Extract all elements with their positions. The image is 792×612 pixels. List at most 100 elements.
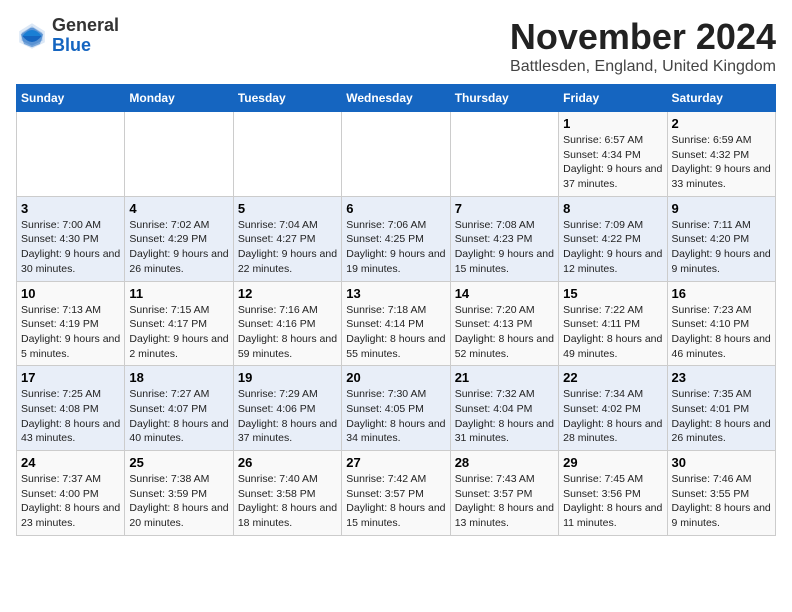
day-number: 28 [455, 455, 554, 470]
day-number: 23 [672, 370, 771, 385]
day-info: Sunrise: 7:00 AM Sunset: 4:30 PM Dayligh… [21, 218, 120, 277]
calendar-cell: 12Sunrise: 7:16 AM Sunset: 4:16 PM Dayli… [233, 281, 341, 366]
location: Battlesden, England, United Kingdom [510, 58, 776, 76]
calendar-week-row: 17 Sunrise: 7:25 AM Sunset: 4:08 PM Dayli… [17, 366, 776, 451]
calendar-cell: 16 Sunrise: 7:23 AM Sunset: 4:10 PM Dayli… [667, 281, 775, 366]
calendar-cell: 28Sunrise: 7:43 AM Sunset: 3:57 PM Dayli… [450, 451, 558, 536]
day-info: Sunrise: 7:45 AM Sunset: 3:56 PM Dayligh… [563, 472, 662, 531]
day-info: Sunrise: 6:59 AM Sunset: 4:32 PM Dayligh… [672, 133, 771, 192]
calendar-cell: 18 Sunrise: 7:27 AM Sunset: 4:07 PM Dayli… [125, 366, 233, 451]
header: General Blue November 2024 Battlesden, E… [16, 16, 776, 76]
calendar-cell: 2 Sunrise: 6:59 AM Sunset: 4:32 PM Daylig… [667, 112, 775, 197]
calendar-cell: 11 Sunrise: 7:15 AM Sunset: 4:17 PM Dayli… [125, 281, 233, 366]
day-number: 8 [563, 201, 662, 216]
day-info: Sunrise: 7:32 AM Sunset: 4:04 PM Dayligh… [455, 387, 554, 446]
calendar-cell: 26 Sunrise: 7:40 AM Sunset: 3:58 PM Dayli… [233, 451, 341, 536]
calendar-cell: 10 Sunrise: 7:13 AM Sunset: 4:19 PM Dayli… [17, 281, 125, 366]
day-info: Sunrise: 7:38 AM Sunset: 3:59 PM Dayligh… [129, 472, 228, 531]
day-info: Sunrise: 7:40 AM Sunset: 3:58 PM Dayligh… [238, 472, 337, 531]
calendar-cell: 25 Sunrise: 7:38 AM Sunset: 3:59 PM Dayli… [125, 451, 233, 536]
day-number: 16 [672, 286, 771, 301]
weekday-header: Saturday [667, 85, 775, 112]
day-number: 26 [238, 455, 337, 470]
day-info: Sunrise: 7:16 AM Sunset: 4:16 PM Dayligh… [238, 303, 337, 362]
day-number: 6 [346, 201, 445, 216]
logo-general: General [52, 16, 119, 36]
day-number: 25 [129, 455, 228, 470]
weekday-header: Tuesday [233, 85, 341, 112]
day-info: Sunrise: 7:35 AM Sunset: 4:01 PM Dayligh… [672, 387, 771, 446]
calendar-cell: 23 Sunrise: 7:35 AM Sunset: 4:01 PM Dayli… [667, 366, 775, 451]
calendar-cell [125, 112, 233, 197]
day-info: Sunrise: 7:29 AM Sunset: 4:06 PM Dayligh… [238, 387, 337, 446]
day-number: 9 [672, 201, 771, 216]
calendar-cell: 17 Sunrise: 7:25 AM Sunset: 4:08 PM Dayli… [17, 366, 125, 451]
calendar-cell: 6 Sunrise: 7:06 AM Sunset: 4:25 PM Daylig… [342, 196, 450, 281]
day-number: 1 [563, 116, 662, 131]
day-info: Sunrise: 7:22 AM Sunset: 4:11 PM Dayligh… [563, 303, 662, 362]
calendar-cell [342, 112, 450, 197]
day-number: 17 [21, 370, 120, 385]
day-info: Sunrise: 7:09 AM Sunset: 4:22 PM Dayligh… [563, 218, 662, 277]
calendar-cell: 30 Sunrise: 7:46 AM Sunset: 3:55 PM Dayli… [667, 451, 775, 536]
day-number: 10 [21, 286, 120, 301]
day-number: 18 [129, 370, 228, 385]
calendar-cell: 19 Sunrise: 7:29 AM Sunset: 4:06 PM Dayli… [233, 366, 341, 451]
day-number: 27 [346, 455, 445, 470]
day-number: 24 [21, 455, 120, 470]
logo: General Blue [16, 16, 119, 56]
weekday-header: Sunday [17, 85, 125, 112]
calendar-cell [450, 112, 558, 197]
calendar-cell: 15 Sunrise: 7:22 AM Sunset: 4:11 PM Dayli… [559, 281, 667, 366]
day-info: Sunrise: 7:27 AM Sunset: 4:07 PM Dayligh… [129, 387, 228, 446]
day-number: 15 [563, 286, 662, 301]
logo-text: General Blue [52, 16, 119, 56]
calendar-cell: 21 Sunrise: 7:32 AM Sunset: 4:04 PM Dayli… [450, 366, 558, 451]
calendar-week-row: 10 Sunrise: 7:13 AM Sunset: 4:19 PM Dayli… [17, 281, 776, 366]
calendar-cell [17, 112, 125, 197]
calendar-cell: 1Sunrise: 6:57 AM Sunset: 4:34 PM Daylig… [559, 112, 667, 197]
day-info: Sunrise: 7:25 AM Sunset: 4:08 PM Dayligh… [21, 387, 120, 446]
day-number: 19 [238, 370, 337, 385]
calendar-cell: 24Sunrise: 7:37 AM Sunset: 4:00 PM Dayli… [17, 451, 125, 536]
day-info: Sunrise: 7:15 AM Sunset: 4:17 PM Dayligh… [129, 303, 228, 362]
calendar-cell: 22 Sunrise: 7:34 AM Sunset: 4:02 PM Dayli… [559, 366, 667, 451]
day-number: 2 [672, 116, 771, 131]
day-number: 7 [455, 201, 554, 216]
day-number: 14 [455, 286, 554, 301]
calendar-cell: 13Sunrise: 7:18 AM Sunset: 4:14 PM Dayli… [342, 281, 450, 366]
day-info: Sunrise: 7:34 AM Sunset: 4:02 PM Dayligh… [563, 387, 662, 446]
calendar: SundayMondayTuesdayWednesdayThursdayFrid… [16, 84, 776, 536]
day-number: 3 [21, 201, 120, 216]
day-info: Sunrise: 7:23 AM Sunset: 4:10 PM Dayligh… [672, 303, 771, 362]
day-info: Sunrise: 7:18 AM Sunset: 4:14 PM Dayligh… [346, 303, 445, 362]
calendar-cell: 4Sunrise: 7:02 AM Sunset: 4:29 PM Daylig… [125, 196, 233, 281]
title-area: November 2024 Battlesden, England, Unite… [510, 16, 776, 76]
day-info: Sunrise: 7:13 AM Sunset: 4:19 PM Dayligh… [21, 303, 120, 362]
calendar-cell: 29 Sunrise: 7:45 AM Sunset: 3:56 PM Dayli… [559, 451, 667, 536]
month-title: November 2024 [510, 16, 776, 58]
day-info: Sunrise: 7:08 AM Sunset: 4:23 PM Dayligh… [455, 218, 554, 277]
day-info: Sunrise: 7:42 AM Sunset: 3:57 PM Dayligh… [346, 472, 445, 531]
weekday-header: Friday [559, 85, 667, 112]
weekday-header: Thursday [450, 85, 558, 112]
calendar-cell: 20Sunrise: 7:30 AM Sunset: 4:05 PM Dayli… [342, 366, 450, 451]
calendar-cell: 27 Sunrise: 7:42 AM Sunset: 3:57 PM Dayli… [342, 451, 450, 536]
day-number: 22 [563, 370, 662, 385]
calendar-week-row: 24Sunrise: 7:37 AM Sunset: 4:00 PM Dayli… [17, 451, 776, 536]
day-number: 21 [455, 370, 554, 385]
day-number: 5 [238, 201, 337, 216]
calendar-cell: 7 Sunrise: 7:08 AM Sunset: 4:23 PM Daylig… [450, 196, 558, 281]
calendar-week-row: 1Sunrise: 6:57 AM Sunset: 4:34 PM Daylig… [17, 112, 776, 197]
day-number: 30 [672, 455, 771, 470]
day-info: Sunrise: 7:46 AM Sunset: 3:55 PM Dayligh… [672, 472, 771, 531]
day-number: 11 [129, 286, 228, 301]
logo-icon [16, 20, 48, 52]
day-info: Sunrise: 7:04 AM Sunset: 4:27 PM Dayligh… [238, 218, 337, 277]
day-info: Sunrise: 7:20 AM Sunset: 4:13 PM Dayligh… [455, 303, 554, 362]
day-number: 29 [563, 455, 662, 470]
calendar-header-row: SundayMondayTuesdayWednesdayThursdayFrid… [17, 85, 776, 112]
day-info: Sunrise: 7:06 AM Sunset: 4:25 PM Dayligh… [346, 218, 445, 277]
calendar-cell: 8 Sunrise: 7:09 AM Sunset: 4:22 PM Daylig… [559, 196, 667, 281]
calendar-cell: 5 Sunrise: 7:04 AM Sunset: 4:27 PM Daylig… [233, 196, 341, 281]
